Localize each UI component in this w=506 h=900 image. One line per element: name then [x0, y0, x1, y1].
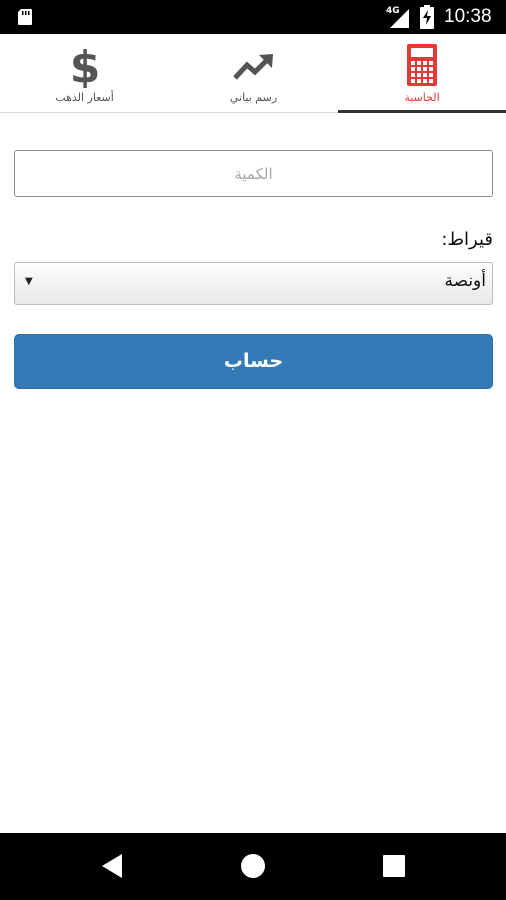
- back-icon[interactable]: [100, 853, 124, 879]
- calculator-icon: [407, 44, 437, 86]
- home-icon[interactable]: [241, 854, 265, 878]
- quantity-input[interactable]: [14, 150, 493, 197]
- active-tab-indicator: [338, 110, 506, 113]
- svg-text:$: $: [69, 42, 100, 88]
- tab-gold-prices[interactable]: $ أسعار الذهب: [0, 34, 169, 113]
- tab-chart[interactable]: رسم بياني: [169, 34, 338, 113]
- tab-label: الحاسبة: [404, 91, 440, 104]
- tab-label: رسم بياني: [229, 91, 278, 104]
- recent-apps-icon[interactable]: [383, 855, 405, 877]
- clock: 10:38: [444, 6, 492, 27]
- tab-calculator[interactable]: الحاسبة: [338, 34, 506, 113]
- dropdown-arrow-icon: ▼: [25, 276, 33, 287]
- signal-icon: [390, 9, 409, 28]
- karat-selected-value: أونصة: [444, 271, 486, 291]
- sd-card-icon: [18, 9, 32, 25]
- status-bar: 4G 10:38: [0, 0, 506, 34]
- karat-label: قيراط:: [441, 229, 493, 250]
- karat-select[interactable]: أونصة ▼: [14, 262, 493, 305]
- calculate-button[interactable]: حساب: [14, 334, 493, 389]
- navigation-bar: [0, 833, 506, 900]
- battery-charging-icon: [420, 5, 434, 29]
- dollar-icon: $: [69, 42, 100, 88]
- tab-label: أسعار الذهب: [55, 91, 114, 104]
- tab-bar: $ أسعار الذهب رسم بياني الحاسبة: [0, 34, 506, 113]
- trending-up-icon: [232, 54, 273, 80]
